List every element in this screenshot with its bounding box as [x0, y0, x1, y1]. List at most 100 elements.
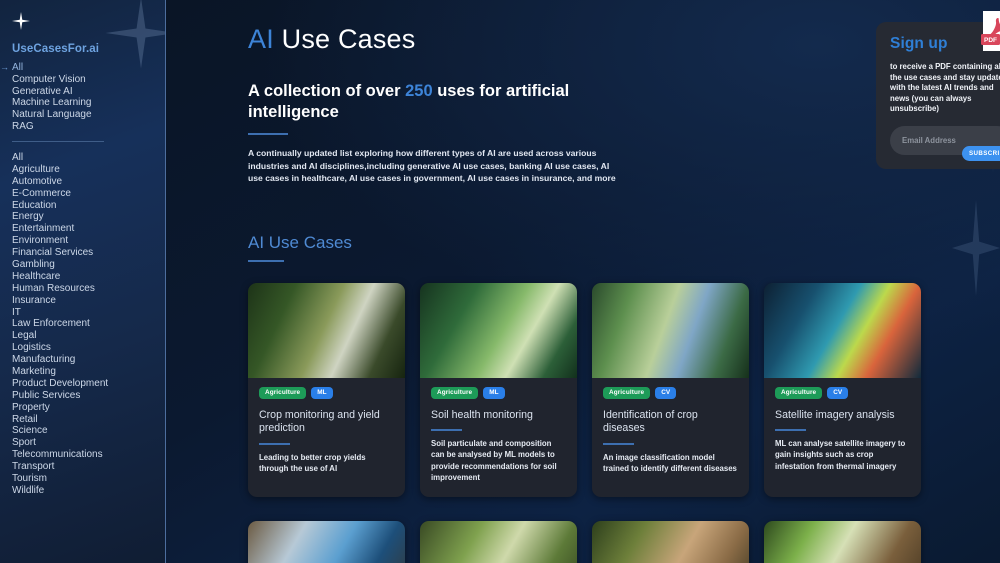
use-case-card-title: Crop monitoring and yield prediction: [259, 408, 380, 435]
sidebar-industry-item[interactable]: Product Development: [12, 378, 165, 389]
sidebar-industry-item[interactable]: Wildlife: [12, 485, 165, 496]
sidebar-industry-item[interactable]: Sport: [12, 437, 165, 448]
sidebar-industry-item[interactable]: Human Resources: [12, 283, 165, 294]
sidebar-industry-label: Manufacturing: [12, 354, 76, 366]
sidebar-industry-item[interactable]: Insurance: [12, 295, 165, 306]
category-badge[interactable]: ML: [311, 386, 333, 399]
use-case-card-title: Identification of crop diseases: [603, 408, 698, 435]
sidebar-industry-item[interactable]: Transport: [12, 461, 165, 472]
use-case-card[interactable]: Agriculture ML Soil health monitoring Soil …: [420, 282, 577, 498]
sidebar-industry-label: Product Development: [12, 377, 109, 389]
sidebar-discipline-item[interactable]: → All: [0, 62, 165, 73]
use-case-card[interactable]: [420, 521, 577, 563]
use-case-card-description: Leading to better crop yields through th…: [259, 452, 366, 473]
sidebar-industry-item[interactable]: Entertainment: [12, 223, 165, 234]
category-badge[interactable]: Agriculture: [259, 386, 307, 399]
section-rule: [248, 259, 284, 262]
sidebar-divider: [12, 140, 104, 142]
use-case-card-description: An image classification model trained to…: [603, 452, 737, 473]
brand-name[interactable]: UseCasesFor.ai: [12, 43, 165, 55]
sidebar-industry-item[interactable]: Tourism: [12, 473, 165, 484]
sidebar-industry-item[interactable]: Marketing: [12, 366, 165, 377]
category-badge[interactable]: Agriculture: [775, 386, 823, 399]
sidebar-industry-item[interactable]: Telecommunications: [12, 449, 165, 460]
sidebar-industry-label: Logistics: [12, 342, 51, 354]
use-case-card-body: Agriculture CV Identification of crop dise…: [592, 378, 749, 488]
use-case-card[interactable]: [592, 521, 749, 563]
sidebar-industry-item[interactable]: Public Services: [12, 390, 165, 401]
sidebar-industry-label: Agriculture: [12, 163, 60, 175]
use-case-card-image: [764, 521, 921, 563]
sidebar-industry-label: E-Commerce: [12, 187, 71, 199]
sidebar-discipline-item[interactable]: Machine Learning: [12, 97, 165, 108]
sidebar-industry-label: Gambling: [12, 259, 55, 270]
hero-description: A continually updated list exploring how…: [248, 148, 616, 184]
logo-star-icon: [12, 12, 30, 30]
badge-group: Agriculture ML: [259, 386, 394, 399]
use-case-grid: Agriculture ML Crop monitoring and yield p…: [248, 282, 948, 498]
card-rule: [431, 429, 462, 432]
sidebar-discipline-label: Generative AI: [12, 85, 73, 97]
use-case-card-image: [764, 282, 921, 378]
sidebar-industry-item[interactable]: Agriculture: [12, 164, 165, 175]
content-column: AI Use Cases A collection of over 250 us…: [166, 24, 1000, 563]
pdf-icon-label: PDF: [984, 37, 997, 44]
sidebar-industry-item[interactable]: Manufacturing: [12, 354, 165, 365]
badge-group: Agriculture ML: [431, 386, 566, 399]
sidebar-industry-item[interactable]: Science: [12, 425, 165, 436]
sidebar-industry-item[interactable]: E-Commerce: [12, 188, 165, 199]
use-case-card-image: [592, 521, 749, 563]
category-badge[interactable]: Agriculture: [431, 386, 479, 399]
sidebar-industry-item[interactable]: Education: [12, 200, 165, 211]
card-rule: [775, 429, 806, 432]
hero-subtitle: A collection of over 250 uses for artifi…: [248, 81, 578, 123]
sidebar-industry-label: Science: [12, 425, 48, 437]
sidebar-industry-item[interactable]: Property: [12, 402, 165, 413]
use-case-card-body: Agriculture ML Soil health monitoring Soil …: [420, 378, 577, 497]
use-case-card-image: [420, 521, 577, 563]
sidebar-discipline-item[interactable]: Generative AI: [12, 86, 165, 97]
sidebar-industry-item[interactable]: Law Enforcement: [12, 318, 165, 329]
sidebar-discipline-item[interactable]: RAG: [12, 121, 165, 132]
sidebar-discipline-label: Computer Vision: [12, 73, 86, 85]
sidebar-discipline-item[interactable]: Natural Language: [12, 109, 165, 120]
sidebar-industry-item[interactable]: Retail: [12, 414, 165, 425]
sidebar-industry-item[interactable]: Gambling: [12, 259, 165, 270]
active-arrow-icon: →: [0, 62, 9, 72]
sidebar-industry-label: Tourism: [12, 473, 48, 485]
badge-group: Agriculture CV: [603, 386, 738, 399]
sidebar-industry-label: Human Resources: [12, 282, 95, 294]
sidebar-industry-item[interactable]: Healthcare: [12, 271, 165, 282]
sidebar-industry-item[interactable]: Legal: [12, 330, 165, 341]
hero-use-case-count: 250: [405, 82, 433, 100]
use-case-card[interactable]: Agriculture ML Crop monitoring and yield p…: [248, 282, 405, 498]
sidebar-industry-label: Environment: [12, 235, 69, 247]
main-content: PDF Sign up to receive a PDF containing …: [166, 0, 1000, 563]
sidebar-discipline-label: All: [12, 62, 24, 73]
use-case-card[interactable]: [764, 521, 921, 563]
sidebar-discipline-item[interactable]: Computer Vision: [12, 74, 165, 85]
sidebar-industry-label: Financial Services: [12, 247, 94, 259]
hero-sub-before: A collection of over: [248, 82, 406, 100]
sidebar-industry-label: IT: [12, 306, 21, 318]
sidebar-industry-label: Property: [12, 401, 50, 413]
sidebar-industry-item[interactable]: IT: [12, 307, 165, 318]
use-case-card[interactable]: Agriculture CV Satellite imagery analysis M…: [764, 282, 921, 498]
use-case-card[interactable]: [248, 521, 405, 563]
use-case-grid-row2: [248, 521, 948, 563]
use-case-card[interactable]: Agriculture CV Identification of crop dise…: [592, 282, 749, 498]
sidebar-industry-item[interactable]: Automotive: [12, 176, 165, 187]
sidebar-discipline-label: Natural Language: [12, 109, 92, 121]
sidebar-industry-item[interactable]: Financial Services: [12, 247, 165, 258]
sidebar-industry-item[interactable]: All: [12, 152, 165, 163]
category-badge[interactable]: Agriculture: [603, 386, 651, 399]
category-badge[interactable]: CV: [655, 386, 677, 399]
sidebar-industry-item[interactable]: Energy: [12, 211, 165, 222]
category-badge[interactable]: ML: [483, 386, 505, 399]
category-badge[interactable]: CV: [827, 386, 849, 399]
subscribe-button[interactable]: SUBSCRIBE: [961, 145, 1000, 161]
use-case-card-title: Soil health monitoring: [431, 408, 533, 421]
sidebar-industry-item[interactable]: Logistics: [12, 342, 165, 353]
signup-body: to receive a PDF containing all the use …: [890, 62, 1000, 114]
sidebar-industry-item[interactable]: Environment: [12, 235, 165, 246]
